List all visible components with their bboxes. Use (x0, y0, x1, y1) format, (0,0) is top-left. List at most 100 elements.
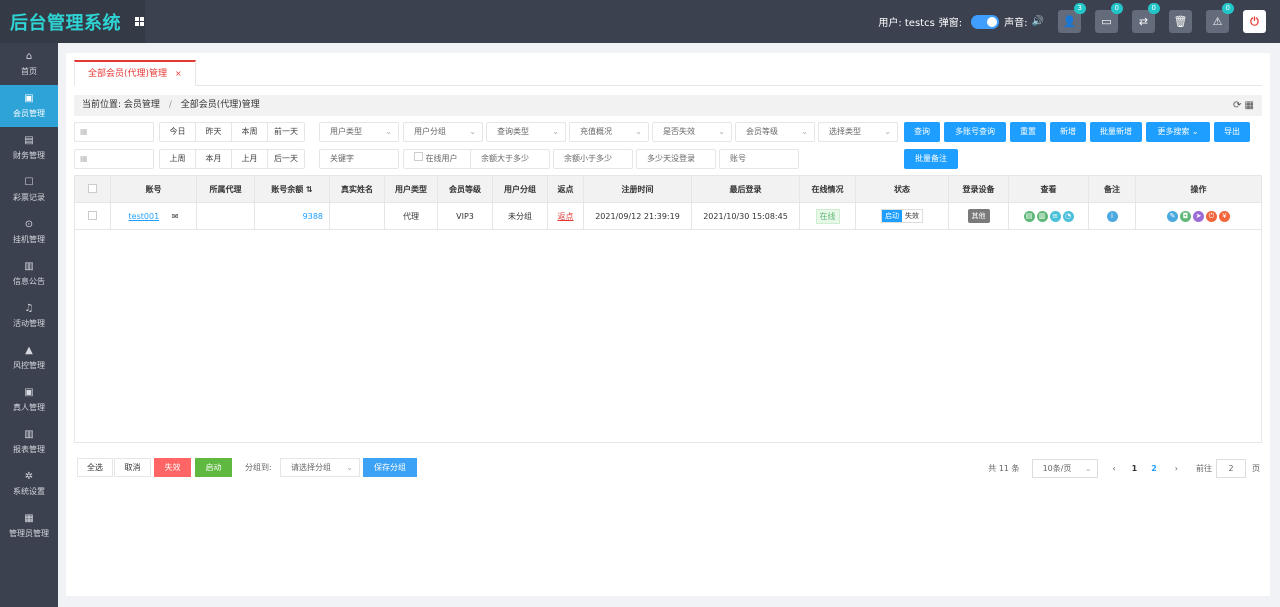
sidebar-item-live[interactable]: ▣ 真人管理 (0, 379, 58, 421)
next-day-button[interactable]: 后一天 (268, 150, 304, 168)
balance-value[interactable]: 9388 (303, 212, 323, 221)
online-badge: 在线 (815, 208, 840, 224)
prev-day-button[interactable]: 前一天 (268, 123, 304, 141)
balance-gt-input[interactable]: 余额大于多少 (470, 149, 550, 169)
query-type-select[interactable]: 查询类型 ⌄ (486, 122, 566, 142)
transfer-notify-button[interactable]: ⇄ 0 (1132, 3, 1160, 33)
end-date-input[interactable]: ▦ (74, 149, 154, 169)
sidebar-item-settings[interactable]: ✲ 系统设置 (0, 463, 58, 505)
current-user: 用户: testcs (878, 18, 935, 29)
grid-view-icon[interactable]: ▦ (1245, 100, 1254, 111)
page-size-select[interactable]: 10条/页 ⌄ (1031, 458, 1099, 478)
power-icon[interactable]: ⏻ (1206, 210, 1217, 222)
reset-button[interactable]: 重置 (1010, 122, 1046, 142)
recharge-select[interactable]: 充值概况 ⌄ (569, 122, 649, 142)
disable-button[interactable]: 失效 (154, 458, 191, 477)
popup-toggle[interactable] (971, 14, 1000, 29)
days-no-login-input[interactable]: 多少天没登录 (636, 149, 716, 169)
last-month-button[interactable]: 上月 (232, 150, 268, 168)
sidebar-item-finance[interactable]: ▤ 财务管理 (0, 127, 58, 169)
user-group-select[interactable]: 用户分组 ⌄ (403, 122, 483, 142)
member-level-select[interactable]: 会员等级 ⌄ (735, 122, 815, 142)
warning-icon: ⚠ (1212, 15, 1223, 28)
sidebar-item-lottery[interactable]: ☐ 彩票记录 (0, 169, 58, 211)
cancel-button[interactable]: 取消 (114, 458, 151, 477)
enable-button[interactable]: 启动 (195, 458, 232, 477)
balance-lt-input[interactable]: 余额小于多少 (553, 149, 633, 169)
notify-badge: 0 (1147, 3, 1160, 14)
next-page-icon[interactable]: › (1175, 464, 1178, 473)
save-group-button[interactable]: 保存分组 (363, 458, 417, 477)
export-button[interactable]: 导出 (1214, 122, 1250, 142)
user-type-select[interactable]: 用户类型 ⌄ (319, 122, 399, 142)
this-month-button[interactable]: 本月 (196, 150, 232, 168)
trash-icon: 🗑 (1173, 15, 1188, 28)
status-switch[interactable]: 启动 失效 (881, 209, 923, 223)
col-user-type: 用户类型 (384, 175, 438, 203)
send-icon[interactable]: ➤ (1193, 210, 1204, 222)
select-type-select[interactable]: 选择类型 ⌄ (818, 122, 898, 142)
goto-page-input[interactable]: 2 (1216, 458, 1246, 478)
page-1[interactable]: 1 (1132, 464, 1138, 473)
menu-grid-icon[interactable] (135, 17, 144, 26)
breadcrumb-level1[interactable]: 会员管理 (124, 100, 160, 110)
sidebar-item-report[interactable]: ▥ 报表管理 (0, 421, 58, 463)
invalid-select[interactable]: 是否失效 ⌄ (652, 122, 732, 142)
row-checkbox[interactable] (88, 210, 97, 220)
col-balance[interactable]: 账号余额 ⇅ (254, 175, 330, 203)
keyword-input[interactable]: 关键字 (319, 149, 399, 169)
query-button[interactable]: 查询 (904, 122, 940, 142)
col-agent: 所属代理 (196, 175, 255, 203)
prev-page-icon[interactable]: ‹ (1112, 464, 1115, 473)
sidebar-item-activity[interactable]: ♫ 活动管理 (0, 295, 58, 337)
sidebar-item-members[interactable]: ▣ 会员管理 (0, 85, 58, 127)
speaker-icon[interactable]: 🔊 (1032, 16, 1044, 27)
rebate-link[interactable]: 返点 (558, 212, 574, 221)
view-record-icon[interactable]: ▥ (1036, 210, 1048, 222)
sidebar-item-home[interactable]: ⌂ 首页 (0, 43, 58, 85)
multi-account-query-button[interactable]: 多账号查询 (944, 122, 1006, 142)
more-search-button[interactable]: 更多搜索 ⌄ (1146, 122, 1210, 142)
trash-button[interactable]: 🗑 (1169, 10, 1192, 33)
sidebar-item-hangup[interactable]: ⊙ 挂机管理 (0, 211, 58, 253)
user-notify-button[interactable]: 👤 3 (1058, 3, 1086, 33)
refresh-icon[interactable]: ⟳ (1233, 100, 1241, 111)
sort-icon[interactable]: ⇅ (306, 185, 313, 194)
mail-icon[interactable]: ✉ (172, 212, 179, 221)
logout-button[interactable]: ⏻ (1243, 10, 1266, 33)
edit-icon[interactable]: ✎ (1167, 210, 1178, 222)
status-on[interactable]: 启动 (882, 210, 902, 222)
batch-add-button[interactable]: 批量新增 (1090, 122, 1142, 142)
select-all-checkbox[interactable] (88, 183, 97, 193)
add-button[interactable]: 新增 (1050, 122, 1086, 142)
batch-note-button[interactable]: 批量备注 (904, 149, 958, 169)
tab-member-agent[interactable]: 全部会员(代理)管理 × (74, 60, 196, 86)
group-select[interactable]: 请选择分组 ⌄ (280, 458, 360, 477)
tab-close-icon[interactable]: × (175, 69, 182, 78)
account-link[interactable]: test001 (129, 212, 160, 221)
view-stats-icon[interactable]: ◔ (1062, 210, 1074, 222)
card-notify-button[interactable]: ▭ 0 (1095, 3, 1123, 33)
sidebar-item-notice[interactable]: ▥ 信息公告 (0, 253, 58, 295)
group-to-label: 分组到: (245, 463, 272, 472)
page-2[interactable]: 2 (1151, 464, 1157, 473)
sidebar-item-admin[interactable]: ▦ 管理员管理 (0, 505, 58, 547)
account-input[interactable]: 账号 (719, 149, 799, 169)
info-icon[interactable]: i (1106, 210, 1118, 222)
view-detail-icon[interactable]: ▤ (1023, 210, 1035, 222)
user-type-cell: 代理 (384, 202, 438, 230)
this-week-button[interactable]: 本周 (232, 123, 268, 141)
view-list-icon[interactable]: ≡ (1049, 210, 1061, 222)
select-all-button[interactable]: 全选 (77, 458, 113, 477)
start-date-input[interactable]: ▦ (74, 122, 154, 142)
today-button[interactable]: 今日 (160, 123, 196, 141)
finance-icon: ▤ (24, 134, 34, 146)
status-off[interactable]: 失效 (902, 210, 922, 222)
lock-icon[interactable]: ◘ (1180, 210, 1191, 222)
bottom-bar: 全选 取消 失效 启动 分组到: 请选择分组 ⌄ 保存分组 共 11 条 10条/… (74, 458, 1262, 478)
yesterday-button[interactable]: 昨天 (196, 123, 232, 141)
last-week-button[interactable]: 上周 (160, 150, 196, 168)
sidebar-item-risk[interactable]: ▲ 风控管理 (0, 337, 58, 379)
yuan-icon[interactable]: ¥ (1219, 210, 1230, 222)
warning-button[interactable]: ⚠ 0 (1206, 3, 1234, 33)
